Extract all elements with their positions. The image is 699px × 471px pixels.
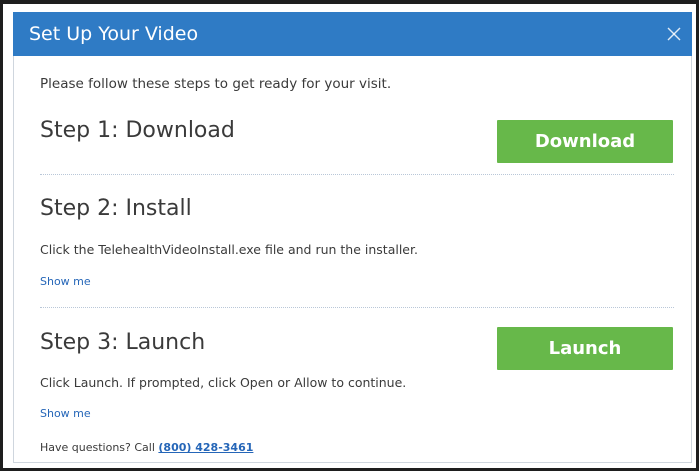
step-2-description: Click the TelehealthVideoInstall.exe fil… [40,242,418,257]
window-frame: Set Up Your Video Please follow these st… [0,0,699,471]
window-top-edge [3,2,699,4]
step-2-show-me-link[interactable]: Show me [40,275,91,288]
step-divider-2 [40,307,674,308]
dialog-body: Please follow these steps to get ready f… [13,56,692,463]
step-1-heading: Step 1: Download [40,118,235,143]
help-prefix: Have questions? Call [40,441,159,454]
step-3-heading: Step 3: Launch [40,330,206,355]
step-2-heading: Step 2: Install [40,196,192,221]
dialog-title: Set Up Your Video [29,23,199,45]
help-text: Have questions? Call (800) 428-3461 [40,441,253,454]
dialog-titlebar: Set Up Your Video [13,12,692,56]
help-phone-link[interactable]: (800) 428-3461 [158,441,253,454]
close-icon[interactable] [664,24,684,44]
step-3-show-me-link[interactable]: Show me [40,407,91,420]
intro-text: Please follow these steps to get ready f… [40,76,392,92]
download-button[interactable]: Download [497,120,673,163]
launch-button[interactable]: Launch [497,327,673,370]
step-3-description: Click Launch. If prompted, click Open or… [40,375,407,390]
step-divider-1 [40,174,674,175]
